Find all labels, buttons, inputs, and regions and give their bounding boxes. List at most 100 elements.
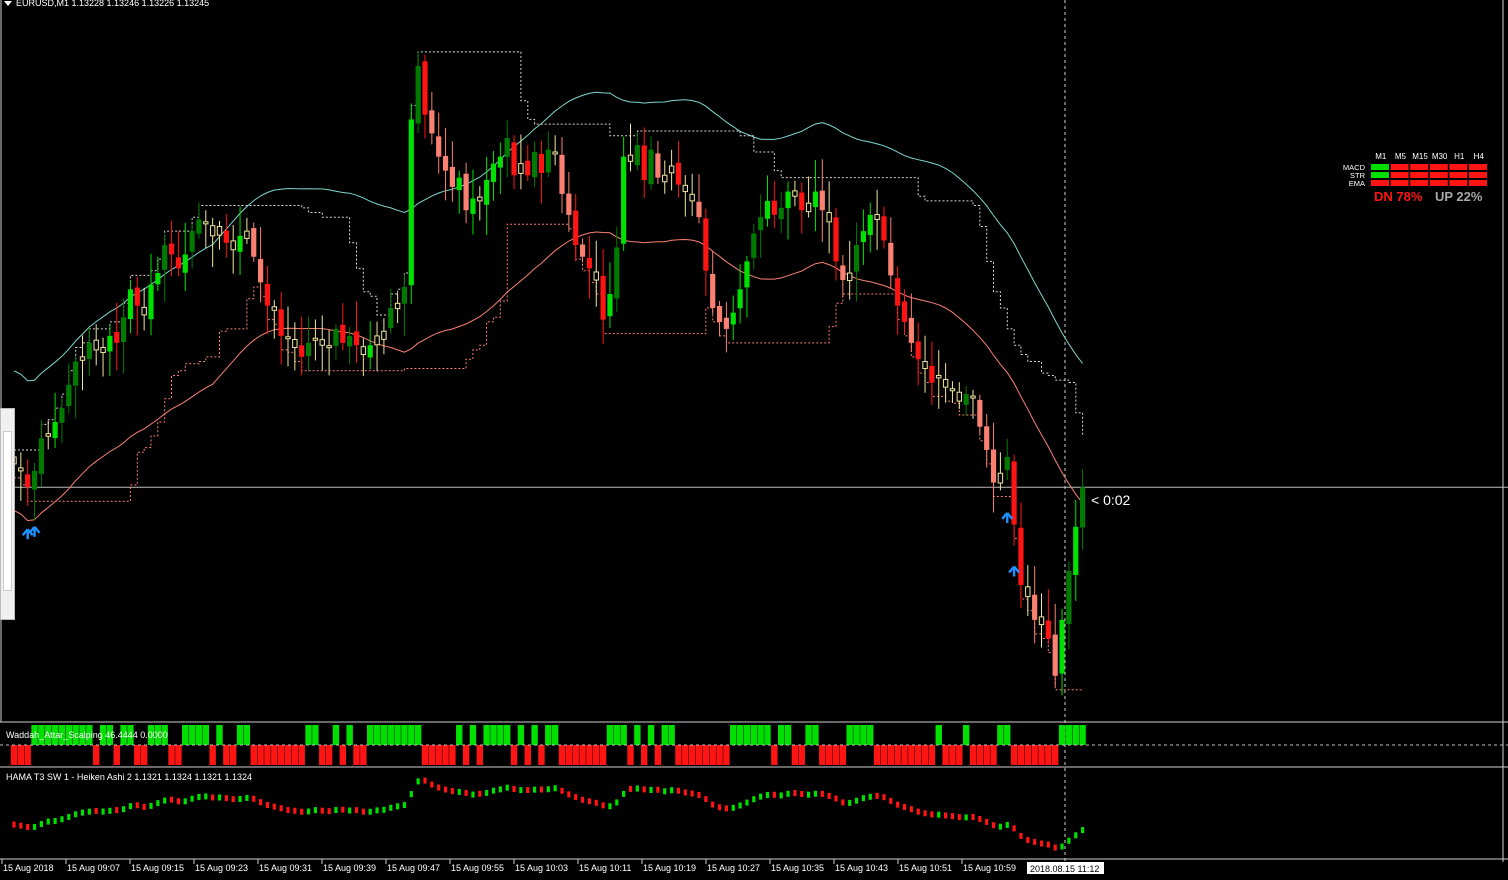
- candle-body: [162, 245, 168, 270]
- time-tick-label: 15 Aug 10:51: [899, 863, 952, 873]
- candle-body: [778, 207, 784, 220]
- hama-bar: [224, 795, 228, 802]
- candle-body: [908, 317, 914, 343]
- candle-body: [182, 254, 188, 273]
- candle-body: [874, 214, 880, 221]
- waddah-bar-down: [168, 745, 175, 765]
- time-tick-label: 15 Aug 10:43: [835, 863, 888, 873]
- hama-bar: [437, 784, 441, 791]
- hama-bar: [416, 778, 420, 785]
- hama-bar: [1046, 841, 1050, 848]
- time-tick-label: 15 Aug 2018: [3, 863, 54, 873]
- hama-bar: [252, 795, 256, 802]
- candle-body: [840, 265, 846, 281]
- candle-body: [237, 235, 243, 252]
- waddah-bar-down: [969, 745, 977, 765]
- waddah-bar-down: [558, 745, 566, 765]
- waddah-bar-down: [627, 745, 634, 765]
- timeframe-header: H4: [1474, 152, 1485, 161]
- price-chart[interactable]: 15 Aug 2018 15 Aug 09:07 15 Aug 09:15 15 Au…: [0, 0, 1508, 875]
- hama-bar: [738, 802, 742, 809]
- hama-bar: [409, 791, 413, 798]
- hama-bar: [560, 787, 564, 794]
- candle-body: [525, 160, 531, 176]
- hama-bar: [991, 822, 996, 829]
- hama-bar: [868, 793, 872, 800]
- waddah-bar-up: [305, 725, 312, 745]
- candle-body: [511, 142, 517, 176]
- hama-bar: [519, 787, 523, 794]
- candle-body: [415, 65, 421, 124]
- hama-bar: [176, 798, 180, 805]
- hama-bar: [820, 790, 824, 797]
- waddah-bar-down: [1017, 745, 1025, 765]
- candle-body: [607, 294, 613, 317]
- hama-bar: [32, 823, 37, 830]
- candle-body: [990, 449, 997, 483]
- candle-body: [853, 245, 860, 272]
- candle-body: [675, 162, 682, 185]
- hama-bar: [601, 802, 605, 809]
- candle-body: [353, 331, 360, 346]
- waddah-bar-up: [182, 725, 189, 745]
- candle-body: [833, 217, 839, 262]
- hama-bar: [464, 789, 468, 796]
- side-panel-tab[interactable]: [0, 408, 15, 620]
- candle-body: [244, 230, 250, 239]
- timeframe-header: M1: [1375, 152, 1387, 161]
- waddah-bar-down: [271, 745, 278, 765]
- time-cursor-label: 2018.08.15 11:12: [1030, 864, 1099, 874]
- waddah-bar-up: [846, 725, 853, 745]
- waddah-bar-up: [483, 725, 490, 745]
- waddah-panel-label: Waddah_Attar_Scalping 46.4444 0.0000: [6, 730, 168, 740]
- candle-body: [340, 324, 346, 343]
- hama-bar: [26, 823, 30, 830]
- chart-window[interactable]: 15 Aug 2018 15 Aug 09:07 15 Aug 09:15 15 Au…: [0, 0, 1508, 875]
- waddah-bar-down: [894, 745, 901, 765]
- candle-body: [114, 332, 120, 343]
- candle-body: [86, 342, 92, 359]
- waddah-bar-up: [545, 725, 552, 745]
- candle-body: [518, 163, 524, 174]
- waddah-bar-down: [449, 745, 456, 765]
- waddah-bar-up: [647, 725, 655, 745]
- hama-bar: [1067, 837, 1071, 844]
- candle-body: [716, 306, 723, 322]
- candle-body: [997, 472, 1004, 484]
- time-tick-label: 15 Aug 09:23: [195, 863, 248, 873]
- waddah-bar-down: [230, 745, 237, 765]
- hama-bar: [539, 786, 544, 793]
- hama-bar: [396, 803, 400, 810]
- trend-cell: [1469, 180, 1487, 186]
- hama-bar: [1074, 832, 1078, 839]
- hama-bar: [53, 817, 57, 824]
- candle-body: [1018, 527, 1024, 585]
- hama-bar: [676, 787, 681, 794]
- time-tick-label: 15 Aug 10:19: [643, 863, 696, 873]
- hama-bar: [348, 807, 352, 814]
- waddah-bar-up: [613, 725, 620, 745]
- hama-bar: [12, 821, 16, 828]
- candle-body: [634, 145, 640, 166]
- trend-cell: [1410, 172, 1429, 178]
- waddah-bar-up: [401, 725, 408, 745]
- candle-body: [785, 191, 791, 209]
- waddah-bar-up: [661, 725, 668, 745]
- waddah-bar-up: [531, 725, 538, 745]
- trend-cell: [1429, 180, 1448, 186]
- candle-body: [408, 119, 414, 286]
- waddah-bar-up: [346, 725, 353, 745]
- candle-body: [504, 138, 510, 157]
- waddah-bar-down: [572, 745, 579, 765]
- hama-bar: [1005, 821, 1009, 828]
- candle-body: [915, 341, 921, 360]
- candle-body: [970, 395, 976, 399]
- hama-bar: [389, 804, 393, 811]
- bar-countdown: < 0:02: [1091, 492, 1131, 508]
- waddah-bar-down: [319, 745, 326, 765]
- candle-body: [771, 200, 777, 215]
- hama-bar: [848, 799, 852, 806]
- waddah-bar-down: [641, 745, 648, 765]
- waddah-bar-up: [551, 725, 559, 745]
- waddah-bar-up: [490, 725, 497, 745]
